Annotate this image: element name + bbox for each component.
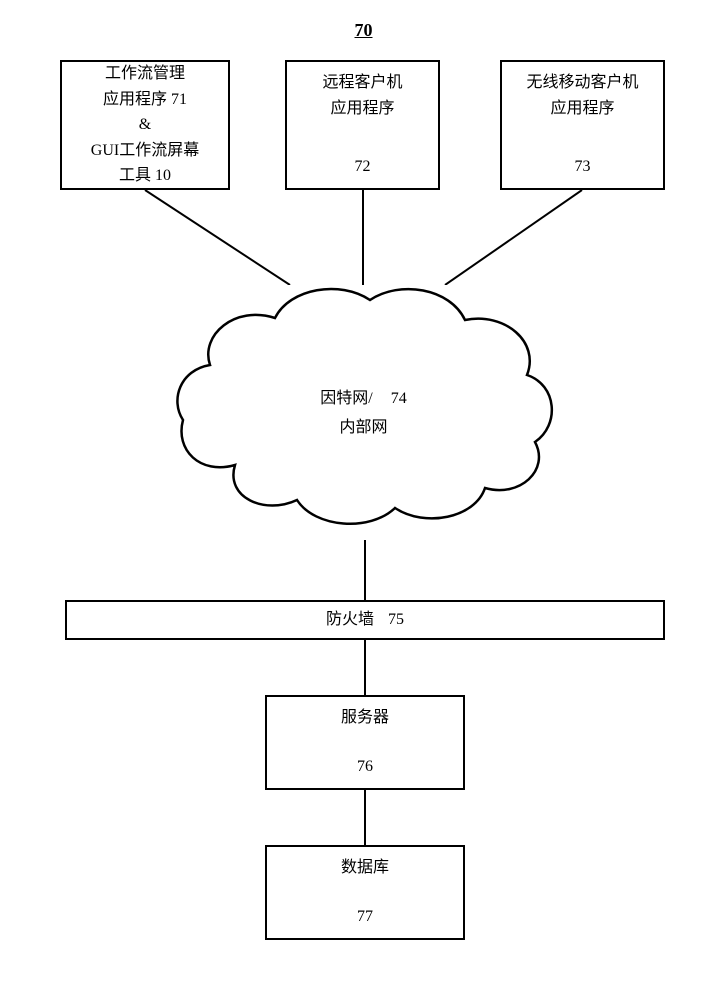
connector-firewall-server <box>360 640 370 695</box>
cloud-line2: 内部网 <box>339 419 387 436</box>
cloud-number: 74 <box>391 390 407 407</box>
firewall-label: 防火墙 <box>326 607 374 633</box>
remote-client-box: 远程客户机 应用程序 72 <box>285 60 440 190</box>
box1-line3: GUI工作流屏幕 <box>91 138 199 164</box>
box1-line4: 工具 10 <box>119 163 171 189</box>
server-box: 服务器 76 <box>265 695 465 790</box>
box3-line1: 无线移动客户机 <box>526 70 638 96</box>
workflow-management-box: 工作流管理 应用程序 71 & GUI工作流屏幕 工具 10 <box>60 60 230 190</box>
connector-server-db <box>360 790 370 845</box>
box3-number: 73 <box>575 146 591 180</box>
firewall-number: 75 <box>388 607 404 633</box>
box3-line2: 应用程序 <box>550 96 614 122</box>
firewall-box: 防火墙 75 <box>65 600 665 640</box>
database-label: 数据库 <box>341 855 389 881</box>
figure-number: 70 <box>355 20 373 41</box>
box1-line2: 应用程序 71 <box>103 87 187 113</box>
box2-line2: 应用程序 <box>330 96 394 122</box>
box2-line1: 远程客户机 <box>322 70 402 96</box>
connector-cloud-firewall <box>360 540 370 600</box>
box2-number: 72 <box>355 146 371 180</box>
server-number: 76 <box>357 746 373 780</box>
wireless-mobile-client-box: 无线移动客户机 应用程序 73 <box>500 60 665 190</box>
cloud-label: 因特网/ 74 内部网 <box>0 385 727 443</box>
box1-amp: & <box>139 112 151 138</box>
database-number: 77 <box>357 896 373 930</box>
box1-line1: 工作流管理 <box>105 61 185 87</box>
server-label: 服务器 <box>341 705 389 731</box>
database-box: 数据库 77 <box>265 845 465 940</box>
cloud-line1: 因特网/ <box>320 390 372 407</box>
